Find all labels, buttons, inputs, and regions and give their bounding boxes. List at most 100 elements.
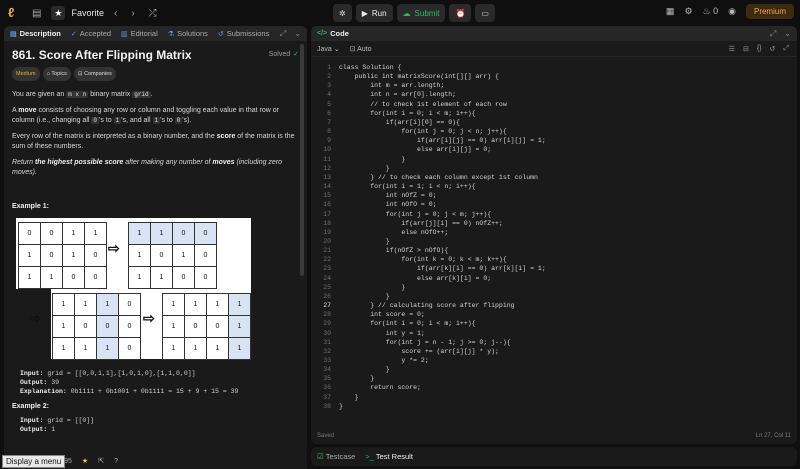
grid-cell: 1: [129, 223, 151, 245]
tab-description[interactable]: ▤ Description: [10, 29, 61, 38]
tooltip: Display a menu: [2, 455, 66, 468]
code-text: if(arr[k][i] == 0) arr[k][i] = 1;: [339, 265, 546, 273]
tab-accepted[interactable]: ✓ Accepted: [71, 29, 111, 38]
code-text: y *= 2;: [339, 357, 429, 364]
description-scrollbar[interactable]: [300, 44, 304, 276]
collapse-icon[interactable]: ⌄: [294, 29, 301, 39]
grid-cell: 0: [185, 316, 207, 338]
language-select[interactable]: Java ⌄: [317, 45, 340, 53]
code-line: 26 }: [311, 292, 797, 301]
collapse-icon[interactable]: ⌄: [784, 29, 791, 39]
code-line: 34 }: [311, 365, 797, 374]
grid-cell: 1: [85, 223, 107, 245]
companies-chip[interactable]: ⊡ Companies: [73, 67, 116, 81]
code-line: 32 score += (arr[i][j] * y);: [311, 347, 797, 356]
submit-button[interactable]: ☁ Submit: [396, 4, 446, 22]
line-number: 36: [323, 384, 331, 392]
mode-toggle[interactable]: ⊡ Auto: [350, 45, 372, 53]
code-text: int nOfO = 0;: [339, 201, 437, 209]
checkbox-icon: ☑: [317, 452, 324, 461]
help-icon[interactable]: ?: [114, 458, 118, 465]
line-number: 5: [327, 100, 331, 108]
code-icon: </>: [317, 30, 328, 37]
code-tab-bar: </> Code ⤢ ⌄: [311, 26, 797, 41]
line-number: 37: [323, 393, 331, 401]
topics-chip[interactable]: ⌂ Topics: [42, 67, 71, 81]
line-number: 18: [323, 219, 331, 227]
grid-cell: 1: [163, 294, 185, 316]
paragraph-3: Every row of the matrix is interpreted a…: [12, 133, 295, 150]
maximize-icon[interactable]: ⤢: [770, 29, 776, 39]
favorite-list-icon[interactable]: ★: [51, 6, 66, 20]
maximize-icon[interactable]: ⤢: [280, 29, 286, 39]
line-number: 3: [327, 82, 331, 90]
code-text: } // calculating score after flipping: [339, 302, 515, 310]
sidebar-icon[interactable]: ▤: [28, 8, 45, 19]
grid-cell: 1: [185, 338, 207, 360]
favorite-label[interactable]: Favorite: [71, 8, 104, 18]
grid-cell: 0: [195, 267, 217, 289]
difficulty-badge: Medium: [12, 67, 40, 81]
avatar[interactable]: ◉: [728, 6, 736, 17]
code-text: int score = 0;: [339, 311, 425, 319]
tab-code[interactable]: </> Code: [317, 29, 349, 38]
debug-button[interactable]: ✲: [333, 4, 352, 22]
grid-cell: 0: [119, 316, 141, 338]
premium-button[interactable]: Premium: [745, 4, 794, 19]
code-editor[interactable]: 1 class Solution {2 public int matrixScor…: [311, 57, 797, 427]
layout-icon[interactable]: ▦: [666, 6, 675, 17]
code-text: score += (arr[i][j] * y);: [339, 347, 499, 355]
tag-icon: ⌂: [46, 71, 50, 77]
star-icon[interactable]: ★: [82, 457, 88, 465]
tab-solutions[interactable]: ⚗ Solutions: [168, 29, 208, 38]
code-line: 19 else nOfO++;: [311, 228, 797, 237]
tab-testcase[interactable]: ☑ Testcase: [317, 452, 355, 461]
comment-count: 95: [64, 457, 72, 465]
tab-submissions[interactable]: ↺ Submissions: [218, 29, 269, 38]
bookmark-icon[interactable]: ⊟: [743, 45, 749, 53]
code-line: 8 for(int j = 0; j < n; j++){: [311, 127, 797, 136]
format-icon[interactable]: ☰: [729, 45, 735, 53]
left-tab-bar: ▤ Description ✓ Accepted ▥ Editorial ⚗ Solut…: [4, 26, 307, 41]
grid-cell: 0: [85, 245, 107, 267]
share-icon[interactable]: ⇱: [98, 457, 104, 465]
grid-cell: 1: [185, 294, 207, 316]
code-line: 20 }: [311, 237, 797, 246]
code-line: 7 if(arr[i][0] == 0){: [311, 118, 797, 127]
code-text: return score;: [339, 384, 421, 392]
line-number: 2: [327, 73, 331, 81]
code-text: }: [339, 164, 390, 172]
prev-problem-icon[interactable]: ‹: [110, 8, 121, 19]
line-number: 7: [327, 118, 331, 126]
code-text: }: [339, 402, 343, 410]
timer-button[interactable]: ⏰: [449, 4, 472, 22]
grid-final: 111110011111: [162, 293, 251, 360]
settings-icon[interactable]: ⚙: [684, 6, 692, 17]
alarm-icon: ⏰: [455, 8, 466, 18]
grid-cell: 1: [41, 267, 63, 289]
run-button[interactable]: ▶ Run: [355, 4, 393, 22]
tab-test-result[interactable]: >_ Test Result: [365, 452, 413, 461]
reset-icon[interactable]: ↺: [770, 45, 776, 53]
note-icon: ▭: [481, 8, 489, 18]
code-text: }: [339, 283, 406, 291]
fullscreen-icon[interactable]: ⤢: [783, 45, 789, 53]
code-text: if(arr[j][i] == 0) nOfZ++;: [339, 219, 503, 227]
tab-editorial[interactable]: ▥ Editorial: [121, 29, 158, 38]
streak-button[interactable]: ♨ 0: [703, 6, 719, 17]
line-number: 33: [323, 357, 331, 364]
braces-icon[interactable]: {}: [757, 45, 762, 53]
code-text: int m = arr.length;: [339, 82, 445, 90]
notes-button[interactable]: ▭: [475, 4, 495, 22]
code-text: int n = arr[0].length;: [339, 91, 457, 99]
shuffle-icon[interactable]: ⤮: [145, 8, 161, 19]
problem-title[interactable]: 861. Score After Flipping Matrix: [12, 49, 192, 61]
paragraph-1: You are given an m x n binary matrix gri…: [12, 91, 153, 98]
leetcode-logo-icon[interactable]: ℓ: [8, 6, 22, 20]
fire-icon: ♨: [702, 6, 711, 16]
grid-cell: 1: [97, 294, 119, 316]
line-number: 26: [323, 292, 331, 300]
code-text: if(arr[i][0] == 0){: [339, 118, 460, 126]
bug-icon: ✲: [339, 8, 346, 18]
next-problem-icon[interactable]: ›: [127, 8, 138, 19]
